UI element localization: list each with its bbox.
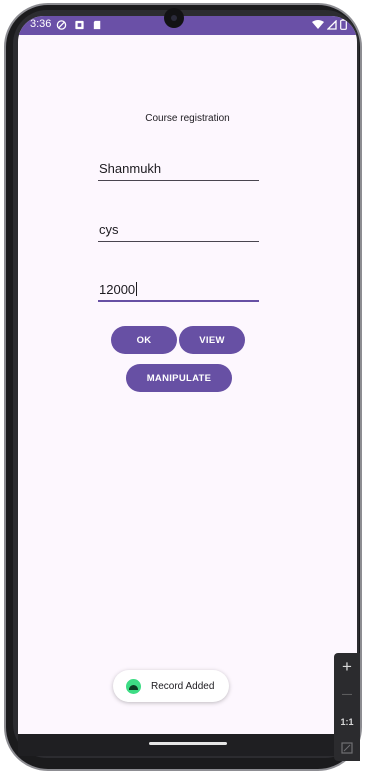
android-icon bbox=[126, 678, 141, 694]
toast: Record Added bbox=[113, 670, 229, 702]
zoom-out-button[interactable]: — bbox=[334, 683, 360, 705]
zoom-in-button[interactable]: + bbox=[334, 656, 360, 678]
manipulate-button-label: MANIPULATE bbox=[146, 372, 212, 384]
manipulate-button[interactable]: MANIPULATE bbox=[126, 364, 232, 392]
vpn-icon bbox=[56, 20, 67, 30]
page-title: Course registration bbox=[145, 113, 230, 124]
notification-icon bbox=[75, 20, 84, 30]
sd-card-icon bbox=[93, 20, 101, 30]
actual-size-button[interactable]: 1:1 bbox=[334, 711, 360, 733]
front-camera bbox=[164, 8, 184, 28]
status-icons-left bbox=[56, 19, 103, 31]
fit-screen-icon bbox=[341, 742, 353, 754]
fit-screen-button[interactable] bbox=[334, 737, 360, 759]
status-bar: 3:36 bbox=[18, 16, 357, 35]
name-field[interactable]: Shanmukh bbox=[98, 161, 259, 181]
ok-button[interactable]: OK bbox=[111, 326, 177, 354]
course-field-value: cys bbox=[99, 222, 119, 237]
device-screen: 3:36 Course registration Shanmukh cys 12… bbox=[18, 16, 357, 756]
zoom-out-icon: — bbox=[342, 688, 352, 700]
emulator-zoom-toolbar: + — 1:1 bbox=[334, 653, 360, 761]
wifi-icon bbox=[312, 19, 324, 29]
course-field[interactable]: cys bbox=[98, 222, 259, 242]
toast-message: Record Added bbox=[151, 680, 215, 692]
view-button[interactable]: VIEW bbox=[179, 326, 245, 354]
fee-field-value: 12000 bbox=[99, 282, 136, 297]
view-button-label: VIEW bbox=[199, 334, 225, 346]
fee-field[interactable]: 12000 bbox=[98, 282, 259, 302]
name-field-value: Shanmukh bbox=[99, 161, 162, 176]
actual-size-label: 1:1 bbox=[340, 717, 354, 727]
home-gesture-handle[interactable] bbox=[149, 742, 227, 745]
emulator-window: 3:36 Course registration Shanmukh cys 12… bbox=[0, 0, 366, 776]
signal-icon bbox=[327, 19, 337, 30]
text-cursor bbox=[136, 282, 138, 296]
battery-icon bbox=[340, 19, 347, 30]
zoom-in-icon: + bbox=[342, 657, 352, 676]
status-time: 3:36 bbox=[30, 18, 52, 30]
ok-button-label: OK bbox=[136, 334, 152, 346]
navigation-bar bbox=[18, 734, 357, 756]
status-icons-right bbox=[312, 19, 347, 30]
